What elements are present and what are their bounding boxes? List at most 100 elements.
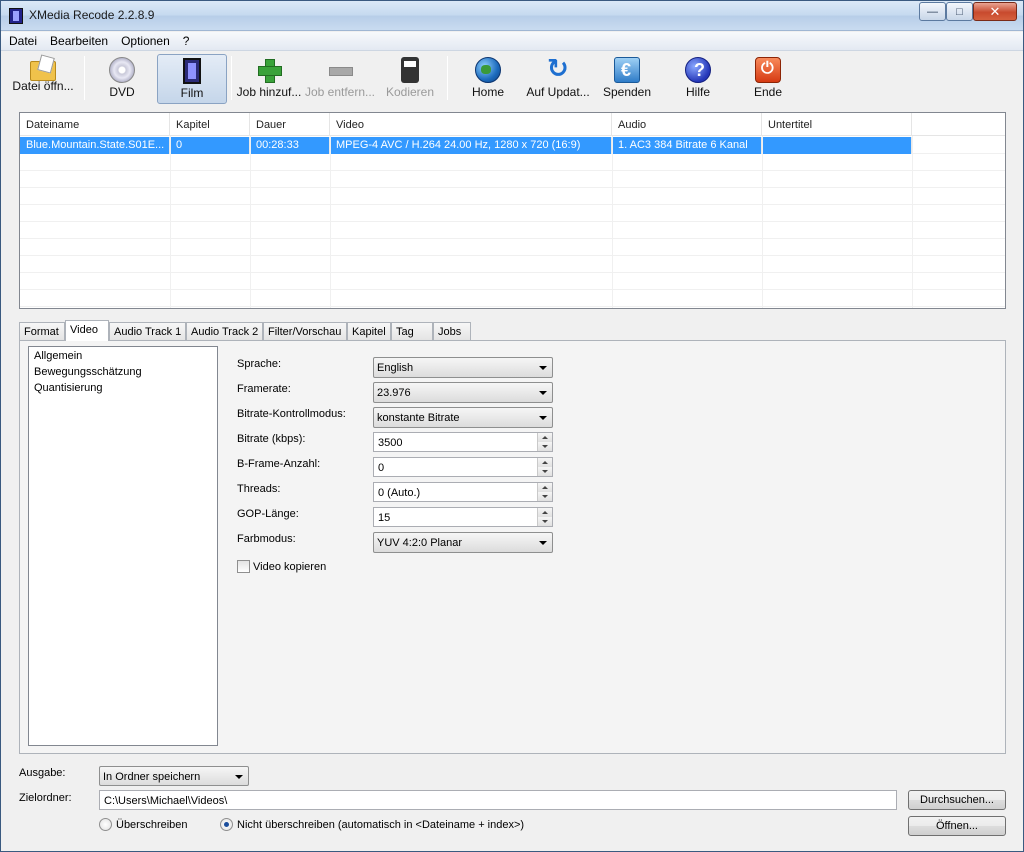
help-icon bbox=[685, 57, 711, 83]
dvd-label: DVD bbox=[109, 85, 135, 99]
menu-optionen[interactable]: Optionen bbox=[121, 34, 170, 48]
donate-label: Spenden bbox=[602, 85, 652, 99]
bitrate-stepper[interactable]: 3500 bbox=[373, 432, 553, 452]
menu-datei[interactable]: Datei bbox=[9, 34, 37, 48]
column-header-kapitel[interactable]: Kapitel bbox=[170, 113, 250, 136]
film-label: Film bbox=[180, 86, 204, 100]
spin-up-icon[interactable] bbox=[537, 433, 552, 442]
table-row-empty bbox=[20, 239, 1005, 256]
minimize-button[interactable]: — bbox=[919, 2, 946, 21]
table-row-empty bbox=[20, 273, 1005, 290]
tab-tag[interactable]: Tag bbox=[391, 322, 433, 340]
file-list-header: Dateiname Kapitel Dauer Video Audio Unte… bbox=[20, 113, 1005, 136]
ausgabe-value: In Ordner speichern bbox=[103, 771, 201, 783]
exit-button[interactable]: Ende bbox=[741, 54, 795, 104]
column-header-dauer[interactable]: Dauer bbox=[250, 113, 330, 136]
tab-audio-track-1[interactable]: Audio Track 1 bbox=[109, 322, 186, 340]
toolbar-separator bbox=[84, 56, 85, 100]
table-row-empty bbox=[20, 290, 1005, 307]
tab-filter-preview[interactable]: Filter/Vorschau bbox=[263, 322, 347, 340]
gop-value: 15 bbox=[378, 512, 391, 524]
tab-video[interactable]: Video bbox=[65, 320, 109, 341]
zielordner-input[interactable]: C:\Users\Michael\Videos\ bbox=[99, 790, 897, 810]
encode-button[interactable]: Kodieren bbox=[379, 54, 441, 104]
encode-icon bbox=[401, 57, 419, 83]
open-file-label: Datei öffn... bbox=[12, 79, 74, 93]
chevron-down-icon bbox=[539, 416, 547, 420]
refresh-icon bbox=[545, 53, 571, 84]
spin-up-icon[interactable] bbox=[537, 483, 552, 492]
colormode-select[interactable]: YUV 4:2:0 Planar bbox=[373, 532, 553, 553]
window-controls: — □ ✕ bbox=[919, 2, 1017, 21]
bitrate-mode-select[interactable]: konstante Bitrate bbox=[373, 407, 553, 428]
column-header-audio[interactable]: Audio bbox=[612, 113, 762, 136]
dvd-button[interactable]: DVD bbox=[91, 54, 153, 104]
donate-button[interactable]: Spenden bbox=[599, 54, 655, 104]
tab-audio-track-2[interactable]: Audio Track 2 bbox=[186, 322, 263, 340]
update-button[interactable]: Auf Updat... bbox=[523, 53, 593, 104]
spin-down-icon[interactable] bbox=[537, 517, 552, 526]
gop-label: GOP-Länge: bbox=[237, 508, 299, 520]
gop-spin-buttons bbox=[537, 508, 552, 526]
overwrite-option[interactable]: Überschreiben bbox=[99, 818, 188, 831]
open-file-button[interactable]: Datei öffn... bbox=[9, 54, 77, 104]
video-settings-panel: Allgemein Bewegungsschätzung Quantisieru… bbox=[19, 340, 1006, 754]
ausgabe-select[interactable]: In Ordner speichern bbox=[99, 766, 249, 786]
table-row-empty bbox=[20, 154, 1005, 171]
cell-dateiname: Blue.Mountain.State.S01E... bbox=[20, 137, 170, 154]
open-button[interactable]: Öffnen... bbox=[908, 816, 1006, 836]
column-header-untertitel[interactable]: Untertitel bbox=[762, 113, 912, 136]
sprache-label: Sprache: bbox=[237, 358, 282, 370]
remove-job-button[interactable]: Job entfern... bbox=[304, 54, 376, 104]
home-button[interactable]: Home bbox=[459, 54, 517, 104]
table-row-empty bbox=[20, 205, 1005, 222]
spin-down-icon[interactable] bbox=[537, 492, 552, 501]
sprache-select[interactable]: English bbox=[373, 357, 553, 378]
spin-down-icon[interactable] bbox=[537, 442, 552, 451]
cell-untertitel bbox=[762, 137, 912, 154]
overwrite-radio[interactable] bbox=[99, 818, 112, 831]
browse-button[interactable]: Durchsuchen... bbox=[908, 790, 1006, 810]
bframes-value: 0 bbox=[378, 462, 385, 474]
threads-value: 0 (Auto.) bbox=[378, 487, 421, 499]
add-job-button[interactable]: Job hinzuf... bbox=[235, 54, 303, 104]
maximize-button[interactable]: □ bbox=[946, 2, 973, 21]
overwrite-label: Überschreiben bbox=[116, 818, 188, 831]
tab-kapitel[interactable]: Kapitel bbox=[347, 322, 391, 340]
menu-bearbeiten[interactable]: Bearbeiten bbox=[50, 34, 108, 48]
app-film-icon bbox=[9, 8, 23, 24]
list-item-bewegungsschaetzung[interactable]: Bewegungsschätzung bbox=[34, 366, 212, 382]
tab-jobs[interactable]: Jobs bbox=[433, 322, 471, 340]
close-button[interactable]: ✕ bbox=[973, 2, 1017, 21]
menu-bar: Datei Bearbeiten Optionen ? bbox=[1, 32, 1023, 51]
tab-format[interactable]: Format bbox=[19, 322, 65, 340]
video-copy-checkbox[interactable] bbox=[237, 560, 250, 573]
framerate-select[interactable]: 23.976 bbox=[373, 382, 553, 403]
title-bar[interactable]: XMedia Recode 2.2.8.9 — □ ✕ bbox=[1, 1, 1023, 31]
video-copy-option[interactable]: Video kopieren bbox=[237, 560, 326, 573]
column-header-dateiname[interactable]: Dateiname bbox=[20, 113, 170, 136]
chevron-down-icon bbox=[539, 391, 547, 395]
threads-stepper[interactable]: 0 (Auto.) bbox=[373, 482, 553, 502]
file-list[interactable]: Dateiname Kapitel Dauer Video Audio Unte… bbox=[19, 112, 1006, 309]
spin-down-icon[interactable] bbox=[537, 467, 552, 476]
column-header-video[interactable]: Video bbox=[330, 113, 612, 136]
add-job-label: Job hinzuf... bbox=[236, 85, 302, 99]
table-row[interactable]: Blue.Mountain.State.S01E... 0 00:28:33 M… bbox=[20, 137, 1005, 154]
menu-help[interactable]: ? bbox=[183, 34, 190, 48]
spin-up-icon[interactable] bbox=[537, 508, 552, 517]
video-category-list[interactable]: Allgemein Bewegungsschätzung Quantisieru… bbox=[28, 346, 218, 746]
spin-up-icon[interactable] bbox=[537, 458, 552, 467]
no-overwrite-radio[interactable] bbox=[220, 818, 233, 831]
bframes-stepper[interactable]: 0 bbox=[373, 457, 553, 477]
chevron-down-icon bbox=[235, 775, 243, 779]
gop-stepper[interactable]: 15 bbox=[373, 507, 553, 527]
chevron-down-icon bbox=[539, 366, 547, 370]
help-button[interactable]: Hilfe bbox=[671, 54, 725, 104]
list-item-allgemein[interactable]: Allgemein bbox=[34, 350, 212, 366]
no-overwrite-option[interactable]: Nicht überschreiben (automatisch in <Dat… bbox=[220, 818, 524, 831]
list-item-quantisierung[interactable]: Quantisierung bbox=[34, 382, 212, 398]
app-window: XMedia Recode 2.2.8.9 — □ ✕ Datei Bearbe… bbox=[0, 0, 1024, 852]
film-button[interactable]: Film bbox=[157, 54, 227, 104]
dvd-disc-icon bbox=[109, 57, 135, 83]
